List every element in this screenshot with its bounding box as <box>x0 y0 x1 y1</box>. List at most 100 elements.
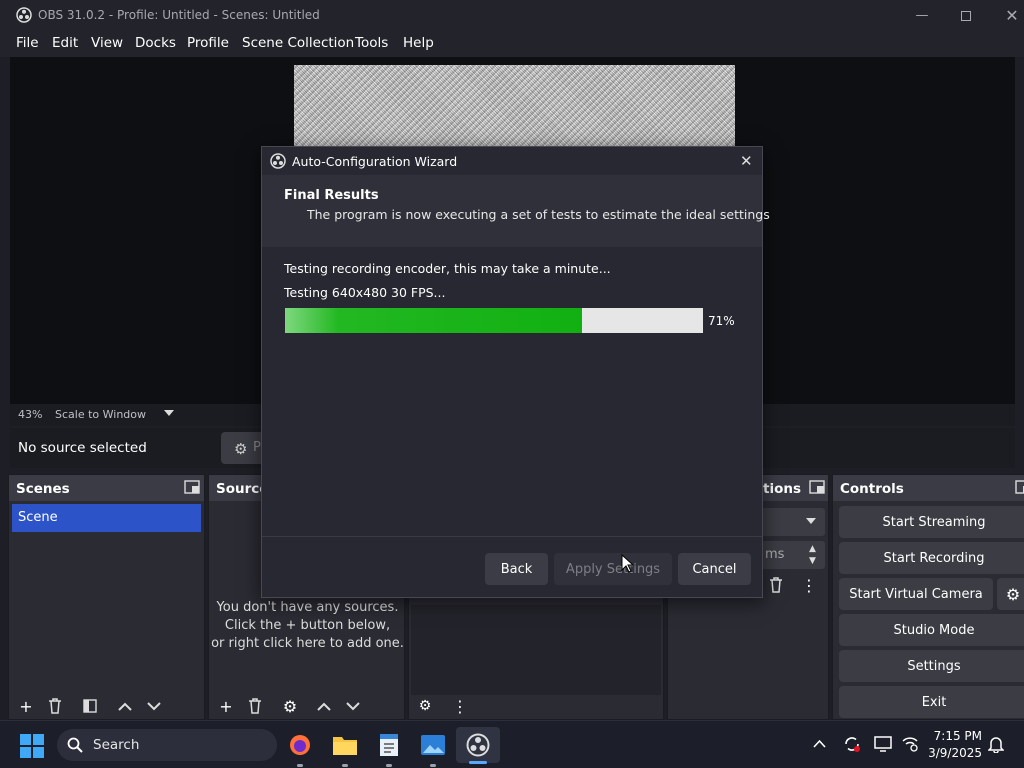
windows-start-icon[interactable] <box>20 734 44 758</box>
chevron-up-icon[interactable] <box>112 695 138 717</box>
settings-button[interactable]: Settings <box>839 650 1024 682</box>
scenes-dock: Scenes Scene + <box>8 474 205 720</box>
dialog-title: Auto-Configuration Wizard <box>292 154 458 169</box>
menu-edit[interactable]: Edit <box>52 35 78 51</box>
start-recording-button[interactable]: Start Recording <box>839 542 1024 574</box>
menu-help[interactable]: Help <box>403 35 434 51</box>
notepad-icon[interactable] <box>373 729 405 767</box>
audio-settings-icon[interactable]: ⚙ <box>412 695 438 717</box>
duration-value: ms <box>765 547 785 562</box>
bell-icon[interactable] <box>988 735 1004 753</box>
transitions-title: tions <box>763 481 802 497</box>
empty-line-2: Click the + button below, <box>224 618 391 633</box>
progress-bar <box>285 308 703 333</box>
photos-icon[interactable] <box>417 729 449 767</box>
status-text: Testing recording encoder, this may take… <box>284 261 611 276</box>
apply-settings-button[interactable]: Apply Settings <box>554 553 672 585</box>
test-text: Testing 640x480 30 FPS... <box>284 285 446 300</box>
audio-toolbar: ⚙ ⋮ <box>409 695 663 719</box>
active-indicator <box>469 761 487 764</box>
menu-dots-icon[interactable]: ⋮ <box>447 695 473 717</box>
start-streaming-button[interactable]: Start Streaming <box>839 506 1024 538</box>
dialog-header: Final Results The program is now executi… <box>262 175 770 247</box>
clock-time[interactable]: 7:15 PM <box>930 729 982 743</box>
back-button[interactable]: Back <box>485 553 548 585</box>
gear-icon: ⚙ <box>234 440 248 458</box>
undock-icon[interactable] <box>809 480 825 494</box>
obs-logo-icon <box>16 7 32 23</box>
trash-icon[interactable] <box>242 695 268 717</box>
exit-button[interactable]: Exit <box>839 686 1024 718</box>
studio-mode-button[interactable]: Studio Mode <box>839 614 1024 646</box>
virtual-camera-settings-button[interactable]: ⚙ <box>997 578 1024 610</box>
display-icon[interactable] <box>874 736 892 752</box>
empty-line-3: or right click here to add one. <box>211 636 404 651</box>
file-explorer-icon[interactable] <box>329 729 361 767</box>
network-icon[interactable] <box>901 736 919 752</box>
add-source-icon[interactable]: + <box>213 695 239 717</box>
menu-scene-collection[interactable]: Scene Collection <box>242 35 354 51</box>
search-icon <box>67 737 83 753</box>
close-icon[interactable]: ✕ <box>740 152 753 170</box>
gear-icon[interactable]: ⚙ <box>277 695 303 717</box>
controls-title: Controls <box>840 481 904 497</box>
minimize-button[interactable]: — <box>899 0 945 31</box>
duration-spinbox[interactable]: ms ▲ ▼ <box>761 541 825 569</box>
obs-logo-icon <box>270 153 286 169</box>
menu-file[interactable]: File <box>16 35 39 51</box>
minimize-icon: — <box>915 8 929 23</box>
taskbar-search-box[interactable]: Search <box>57 729 277 761</box>
close-icon: ✕ <box>1005 6 1019 25</box>
menu-dots-icon[interactable]: ⋮ <box>796 574 822 596</box>
window-title: OBS 31.0.2 - Profile: Untitled - Scenes:… <box>38 8 320 22</box>
divider <box>262 536 762 537</box>
trash-icon[interactable] <box>42 695 68 717</box>
chevron-down-icon[interactable] <box>164 409 174 417</box>
sources-toolbar: + ⚙ <box>209 695 404 719</box>
spin-down-icon[interactable]: ▼ <box>809 556 816 566</box>
filter-icon[interactable] <box>77 695 103 717</box>
dialog-subheading: The program is now executing a set of te… <box>307 207 770 222</box>
undock-icon[interactable] <box>1015 480 1024 494</box>
menu-tools[interactable]: Tools <box>355 35 388 51</box>
scene-list-item[interactable]: Scene <box>12 504 201 532</box>
sync-status-icon[interactable] <box>843 735 861 753</box>
properties-label: P <box>253 440 261 455</box>
no-source-label: No source selected <box>18 440 147 456</box>
taskbar: Search 7:15 PM 3/9/2025 <box>0 720 1024 768</box>
title-bar: OBS 31.0.2 - Profile: Untitled - Scenes:… <box>0 0 1024 31</box>
maximize-button[interactable] <box>943 0 989 31</box>
mouse-cursor-icon <box>621 554 633 573</box>
trash-icon[interactable] <box>763 574 789 596</box>
chevron-up-icon[interactable] <box>311 695 337 717</box>
menu-docks[interactable]: Docks <box>135 35 176 51</box>
progress-percent: 71% <box>708 314 735 328</box>
progress-bar-fill <box>285 308 582 333</box>
controls-dock-header: Controls <box>833 475 1024 501</box>
clock-date[interactable]: 3/9/2025 <box>926 746 982 760</box>
transition-select[interactable] <box>761 508 825 536</box>
scale-mode-label[interactable]: Scale to Window <box>55 408 146 421</box>
undock-icon[interactable] <box>184 480 200 494</box>
add-scene-icon[interactable]: + <box>13 695 39 717</box>
chevron-down-icon <box>806 518 816 525</box>
auto-config-dialog: Auto-Configuration Wizard ✕ Final Result… <box>261 146 770 598</box>
dialog-heading: Final Results <box>284 188 379 203</box>
chevron-down-icon[interactable] <box>141 695 167 717</box>
cancel-button[interactable]: Cancel <box>678 553 751 585</box>
menu-bar: File Edit View Docks Profile Scene Colle… <box>0 31 1024 57</box>
spin-up-icon[interactable]: ▲ <box>809 544 816 554</box>
scenes-title: Scenes <box>16 481 70 497</box>
scenes-toolbar: + <box>9 695 204 719</box>
start-virtual-camera-button[interactable]: Start Virtual Camera <box>839 578 993 610</box>
menu-profile[interactable]: Profile <box>187 35 229 51</box>
menu-view[interactable]: View <box>91 35 123 51</box>
chevron-down-icon[interactable] <box>340 695 366 717</box>
audio-mixer-area <box>411 605 661 695</box>
obs-taskbar-icon[interactable] <box>456 727 500 764</box>
chevron-up-icon[interactable] <box>813 739 826 748</box>
close-button[interactable]: ✕ <box>989 0 1024 31</box>
gear-icon: ⚙ <box>1005 584 1021 604</box>
dialog-title-bar: Auto-Configuration Wizard ✕ <box>262 147 762 175</box>
firefox-icon[interactable] <box>284 729 316 767</box>
